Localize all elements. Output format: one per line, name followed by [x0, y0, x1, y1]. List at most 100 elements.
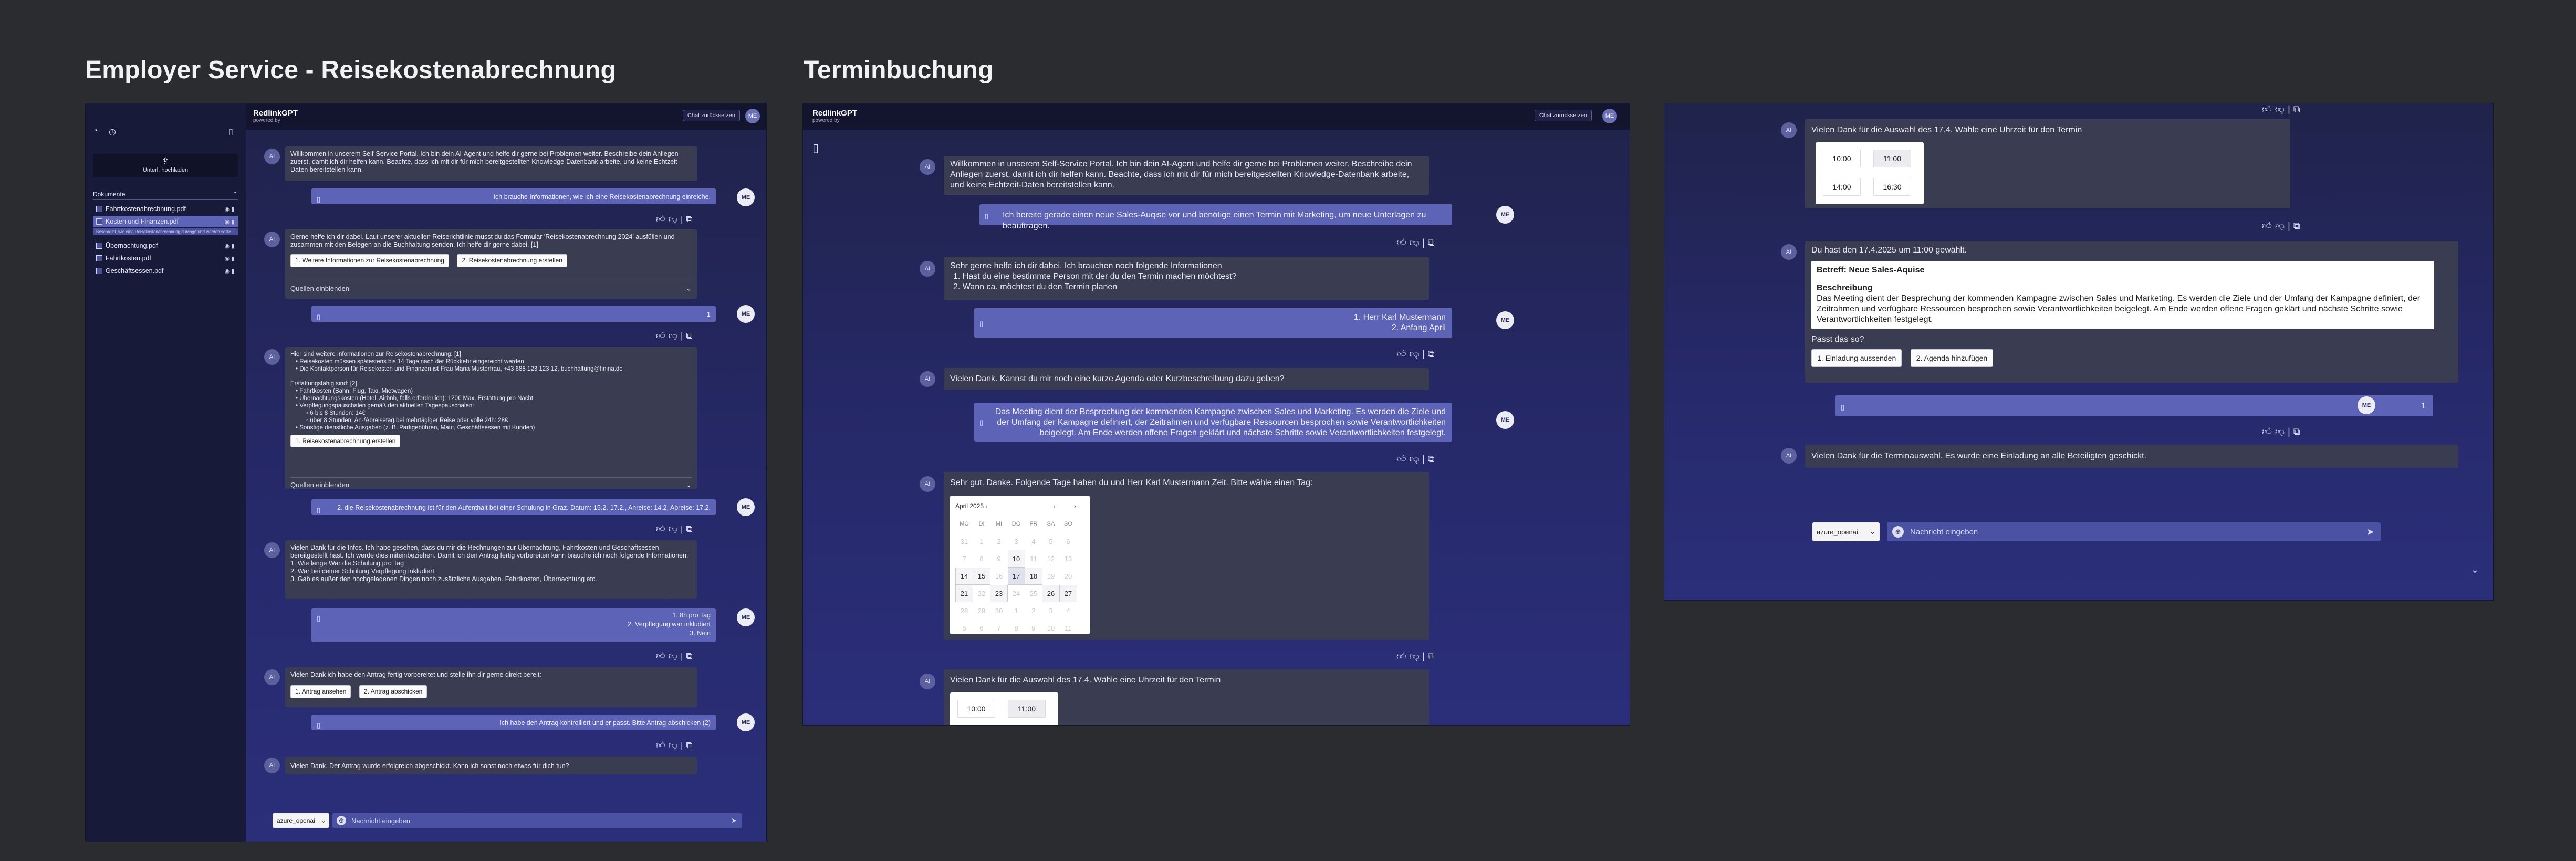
card-heading: Beschreibung — [1817, 284, 1873, 292]
time-option[interactable]: 11:00 — [1873, 150, 1911, 167]
option-chip[interactable]: 1. Antrag ansehen — [290, 685, 351, 698]
document-item[interactable]: Fahrtkostenabrechnung.pdf ◉▮ — [93, 203, 238, 215]
avatar[interactable]: ME — [1602, 109, 1617, 123]
option-chip[interactable]: 1. Einladung aussenden — [1811, 349, 1902, 367]
user-message: ▯ 1 — [1835, 395, 2433, 416]
sources-toggle[interactable]: Quellen einblenden ⌄ — [290, 281, 692, 293]
message-actions[interactable]: 👍︎👎︎|⧉ — [656, 523, 696, 534]
bot-message: Vielen Dank ich habe den Antrag fertig v… — [285, 667, 697, 707]
calendar-day[interactable]: 17 — [1007, 567, 1025, 585]
user-message: ▯ 1 — [311, 306, 716, 322]
time-picker[interactable]: 10:00 11:00 14:00 16:30 — [1816, 142, 1924, 204]
bot-text: ◦ 6 bis 8 Stunden: 14€ — [306, 410, 366, 416]
scroll-down-icon[interactable]: ⌄ — [2471, 564, 2479, 575]
user-text: 1. 8h pro Tag — [672, 612, 711, 619]
ai-avatar: AI — [264, 232, 280, 247]
weekday-header: DO — [1011, 520, 1021, 527]
sources-toggle[interactable]: Quellen einblenden ⌄ — [290, 477, 692, 489]
ai-avatar: AI — [264, 542, 280, 558]
document-name: Geschäftsessen.pdf — [106, 267, 164, 275]
attach-icon[interactable]: ⊕ — [1892, 526, 1904, 538]
reset-chat-button[interactable]: Chat zurücksetzen — [682, 110, 740, 121]
calendar-day[interactable]: 18 — [1025, 567, 1042, 585]
message-actions[interactable]: 👍︎👎︎|⧉ — [656, 214, 696, 225]
reset-chat-button[interactable]: Chat zurücksetzen — [1534, 110, 1592, 121]
calendar-day[interactable]: 23 — [990, 584, 1008, 602]
calendar-nav-icons[interactable]: ‹ › — [1054, 501, 1084, 512]
eye-icon[interactable]: ◉▮ — [224, 243, 238, 249]
model-select[interactable]: azure_openai ⌄ — [1812, 522, 1880, 541]
message-actions[interactable]: 👍︎👎︎|⧉ — [1396, 348, 1438, 360]
time-picker[interactable]: 10:00 11:00 — [950, 692, 1058, 725]
send-icon[interactable]: ➤ — [2366, 527, 2374, 538]
option-chip[interactable]: 2. Reisekostenabrechnung erstellen — [457, 254, 567, 267]
send-icon[interactable]: ➤ — [731, 816, 737, 825]
upload-button[interactable]: ⇪ Unterl. hochladen — [93, 154, 238, 177]
message-actions[interactable]: 👍︎👎︎|⧉ — [2262, 426, 2303, 437]
upload-label: Unterl. hochladen — [142, 167, 189, 173]
document-item[interactable]: Geschäftsessen.pdf ◉▮ — [93, 265, 238, 277]
calendar-month[interactable]: April 2025 › — [955, 502, 987, 510]
calendar-day[interactable]: 26 — [1042, 584, 1060, 602]
input-placeholder: Nachricht eingeben — [1910, 527, 1978, 537]
calendar-day[interactable]: 21 — [955, 584, 973, 602]
time-option[interactable]: 11:00 — [1008, 700, 1046, 718]
sidebar-toggle-icon[interactable]: ▯ — [812, 141, 819, 155]
message-actions[interactable]: 👍︎👎︎|⧉ — [1396, 453, 1438, 465]
checkbox[interactable] — [96, 255, 102, 261]
eye-icon[interactable]: ◉▮ — [224, 268, 238, 275]
time-option[interactable]: 10:00 — [1823, 150, 1861, 167]
document-name: Kosten und Finanzen.pdf — [106, 218, 179, 225]
message-actions[interactable]: 👍︎👎︎|⧉ — [1396, 237, 1438, 248]
option-chip[interactable]: 2. Agenda hinzufügen — [1910, 349, 1994, 367]
calendar-day[interactable]: 27 — [1059, 584, 1077, 602]
calendar-day[interactable]: 10 — [1007, 550, 1025, 568]
calendar-day: 5 — [962, 624, 966, 632]
document-item[interactable]: Kosten und Finanzen.pdf ◉▮ — [93, 216, 238, 227]
document-item[interactable]: Übernachtung.pdf ◉▮ — [93, 240, 238, 251]
user-text: 1. Herr Karl Mustermann — [1353, 313, 1446, 322]
checkbox[interactable] — [96, 218, 102, 225]
eye-icon[interactable]: ◉▮ — [224, 206, 238, 213]
checkbox[interactable] — [96, 206, 102, 212]
time-option[interactable]: 16:30 — [1873, 178, 1911, 196]
date-picker[interactable]: April 2025 › ‹ › MO DI MI DO FR SA SO 31 1 2 3 4 5 6 … — [950, 496, 1090, 634]
collapse-sidebar-icon[interactable]: ▯ — [228, 127, 233, 137]
checkbox[interactable] — [96, 268, 102, 274]
bot-message: Willkommen in unserem Self-Service Porta… — [285, 146, 697, 181]
message-actions[interactable]: 👍︎👎︎|⧉ — [1396, 650, 1438, 662]
chevron-up-icon[interactable]: ⌃ — [233, 191, 238, 198]
time-option[interactable]: 14:00 — [1823, 178, 1861, 196]
attach-icon[interactable]: ⊕ — [337, 816, 346, 825]
option-chip[interactable]: 2. Antrag abschicken — [359, 685, 427, 698]
history-icon[interactable]: ◷ — [109, 127, 116, 137]
option-chip[interactable]: 1. Weitere Informationen zur Reisekosten… — [290, 254, 449, 267]
calendar-day[interactable]: 14 — [955, 567, 973, 585]
me-avatar: ME — [1496, 206, 1514, 224]
bot-message: Sehr gut. Danke. Folgende Tage haben du … — [944, 472, 1429, 640]
calendar-day: 5 — [1049, 537, 1053, 545]
input-placeholder: Nachricht eingeben — [351, 816, 411, 825]
message-input[interactable]: ⊕ Nachricht eingeben ➤ — [1887, 522, 2381, 541]
option-chip[interactable]: 1. Reisekostenabrechnung erstellen — [290, 435, 401, 447]
model-select[interactable]: azure_openai ⌄ — [273, 813, 329, 828]
card-text: Das Meeting dient der Besprechung der ko… — [1817, 294, 2421, 324]
message-actions[interactable]: 👍︎👎︎|⧉ — [2262, 103, 2303, 115]
message-input[interactable]: ⊕ Nachricht eingeben ➤ — [332, 813, 742, 828]
checkbox[interactable] — [96, 243, 102, 249]
eye-icon[interactable]: ◉▮ — [224, 218, 238, 225]
calendar-grid[interactable]: MO DI MI DO FR SA SO 31 1 2 3 4 5 6 7 8 9 10 11 12 13 14 15… — [955, 515, 1077, 637]
bot-text: Sehr gerne helfe ich dir dabei. Ich brau… — [950, 261, 1222, 270]
message-actions[interactable]: 👍︎👎︎|⧉ — [656, 740, 696, 751]
upload-icon: ⇪ — [161, 156, 170, 166]
document-item[interactable]: Fahrtkosten.pdf ◉▮ — [93, 253, 238, 264]
message-actions[interactable]: 👍︎👎︎|⧉ — [2262, 220, 2303, 232]
message-actions[interactable]: 👍︎👎︎|⧉ — [656, 330, 696, 341]
avatar[interactable]: ME — [745, 109, 760, 123]
eye-icon[interactable]: ◉▮ — [224, 255, 238, 262]
message-actions[interactable]: 👍︎👎︎|⧉ — [656, 650, 696, 662]
chevron-down-icon: ⌄ — [1870, 528, 1875, 536]
weekday-header: SA — [1047, 520, 1055, 527]
time-option[interactable]: 10:00 — [957, 700, 995, 718]
calendar-day[interactable]: 15 — [973, 567, 990, 585]
